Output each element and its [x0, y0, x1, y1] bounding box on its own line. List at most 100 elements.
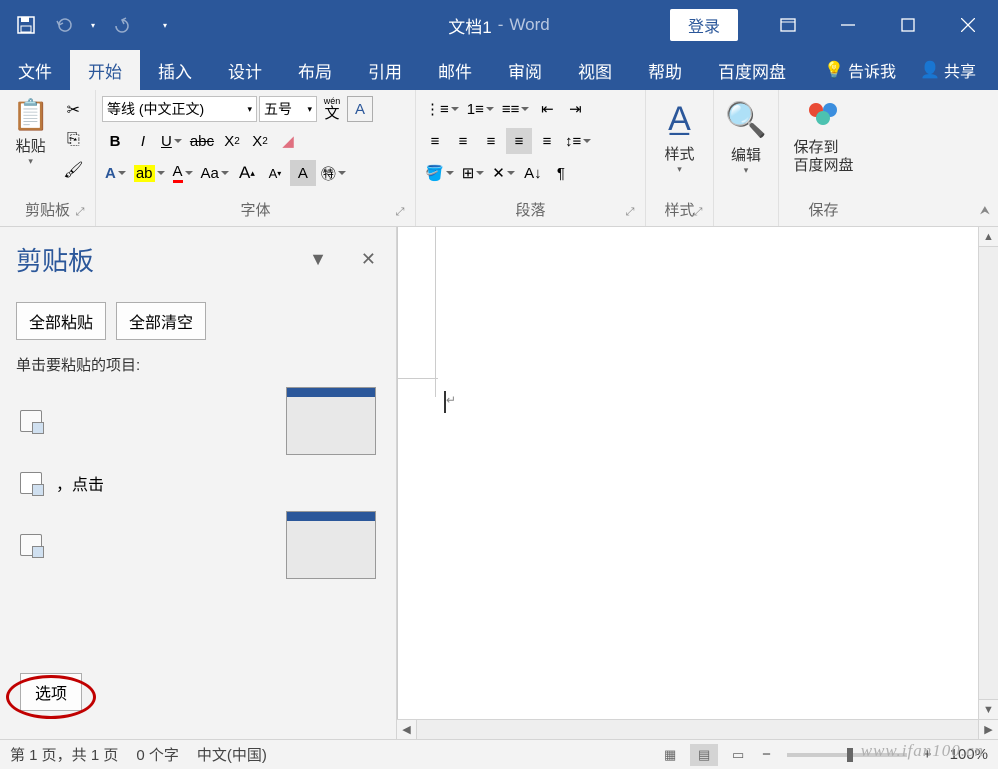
distributed-button[interactable]: ≡: [534, 128, 560, 154]
shrink-font-button[interactable]: A▾: [262, 160, 288, 186]
increase-indent-button[interactable]: ⇥: [562, 96, 588, 122]
options-button[interactable]: 选项: [20, 673, 82, 711]
clear-all-button[interactable]: 全部清空: [116, 302, 206, 340]
decrease-indent-button[interactable]: ⇤: [534, 96, 560, 122]
undo-icon[interactable]: [46, 5, 82, 45]
scroll-left-icon[interactable]: ◀: [397, 720, 417, 739]
asian-layout-button[interactable]: ✕: [489, 160, 518, 186]
sort-button[interactable]: A↓: [520, 160, 546, 186]
align-center-button[interactable]: ≡: [450, 128, 476, 154]
word-count-label[interactable]: 0 个字: [136, 744, 179, 765]
phonetic-guide-button[interactable]: wén文: [319, 96, 345, 122]
tab-review[interactable]: 审阅: [490, 50, 560, 90]
grow-font-button[interactable]: A▴: [234, 160, 260, 186]
clip-item-1[interactable]: [16, 383, 380, 459]
ribbon-display-options-icon[interactable]: [758, 0, 818, 50]
zoom-in-icon[interactable]: +: [919, 746, 936, 763]
tab-home[interactable]: 开始: [70, 50, 140, 90]
font-color-button[interactable]: A: [170, 160, 196, 186]
zoom-out-icon[interactable]: −: [758, 746, 775, 763]
quick-access-toolbar: ▾ ▾: [0, 5, 174, 45]
italic-button[interactable]: I: [130, 128, 156, 154]
align-left-button[interactable]: ≡: [422, 128, 448, 154]
align-right-button[interactable]: ≡: [478, 128, 504, 154]
justify-button[interactable]: ≡: [506, 128, 532, 154]
highlight-button[interactable]: ab: [131, 160, 168, 186]
format-painter-icon[interactable]: 🖌: [61, 158, 85, 182]
save-icon[interactable]: [8, 5, 44, 45]
scroll-up-icon[interactable]: ▲: [979, 227, 998, 247]
clip-image-icon: [20, 534, 42, 556]
subscript-button[interactable]: X2: [219, 128, 245, 154]
bold-button[interactable]: B: [102, 128, 128, 154]
char-border-button[interactable]: A: [347, 96, 373, 122]
font-name-select[interactable]: 等线 (中文正文)▾: [102, 96, 257, 122]
language-label[interactable]: 中文(中国): [197, 744, 267, 765]
group-paragraph: ⋮≡ 1≡ ≡≡ ⇤ ⇥ ≡ ≡ ≡ ≡ ≡ ↕≡ 🪣 ⊞ ✕: [416, 90, 646, 226]
page-count-label[interactable]: 第 1 页，共 1 页: [10, 744, 118, 765]
copy-icon[interactable]: ⎘: [61, 128, 85, 152]
clip-item-3[interactable]: [16, 507, 380, 583]
numbering-button[interactable]: 1≡: [464, 96, 497, 122]
web-layout-icon[interactable]: ▭: [724, 744, 752, 766]
shading-button[interactable]: 🪣: [422, 160, 457, 186]
text-effects-button[interactable]: A: [102, 160, 129, 186]
save-to-baidu-button[interactable]: 保存到百度网盘: [787, 94, 859, 179]
tab-layout[interactable]: 布局: [280, 50, 350, 90]
maximize-icon[interactable]: [878, 0, 938, 50]
tab-view[interactable]: 视图: [560, 50, 630, 90]
tab-references[interactable]: 引用: [350, 50, 420, 90]
line-spacing-button[interactable]: ↕≡: [562, 128, 594, 154]
strikethrough-button[interactable]: abc: [187, 128, 217, 154]
borders-button[interactable]: ⊞: [459, 160, 488, 186]
minimize-icon[interactable]: [818, 0, 878, 50]
tell-me-button[interactable]: 💡 告诉我: [812, 50, 908, 90]
enclose-char-button[interactable]: ㊕: [318, 160, 349, 186]
font-size-select[interactable]: 五号▾: [259, 96, 317, 122]
paragraph-launcher-icon[interactable]: ⤢: [623, 206, 637, 220]
editing-button[interactable]: 🔍 编辑 ▾: [713, 94, 779, 182]
pane-close-icon[interactable]: ✕: [361, 249, 376, 270]
font-launcher-icon[interactable]: ⤢: [393, 206, 407, 220]
tab-help[interactable]: 帮助: [630, 50, 700, 90]
print-layout-icon[interactable]: ▤: [690, 744, 718, 766]
scroll-right-icon[interactable]: ▶: [978, 720, 998, 739]
superscript-button[interactable]: X2: [247, 128, 273, 154]
read-mode-icon[interactable]: ▦: [656, 744, 684, 766]
char-shading-button[interactable]: A: [290, 160, 316, 186]
redo-icon[interactable]: [104, 5, 140, 45]
tab-baidu[interactable]: 百度网盘: [700, 50, 804, 90]
horizontal-scrollbar[interactable]: ◀ ▶: [397, 719, 998, 739]
underline-button[interactable]: U: [158, 128, 185, 154]
tab-design[interactable]: 设计: [210, 50, 280, 90]
zoom-slider[interactable]: [787, 753, 907, 757]
qat-customize-dropdown-icon[interactable]: ▾: [156, 5, 174, 45]
paste-all-button[interactable]: 全部粘贴: [16, 302, 106, 340]
vertical-scrollbar[interactable]: ▲ ▼: [978, 227, 998, 719]
styles-button[interactable]: A̲ 样式 ▾: [652, 94, 706, 181]
pane-dropdown-icon[interactable]: ▼: [309, 249, 327, 270]
clipboard-launcher-icon[interactable]: ⤢: [73, 206, 87, 220]
undo-dropdown-icon[interactable]: ▾: [84, 5, 102, 45]
tab-mailings[interactable]: 邮件: [420, 50, 490, 90]
clip-item-2[interactable]: ，点击: [16, 467, 380, 499]
scroll-down-icon[interactable]: ▼: [979, 699, 998, 719]
paste-button[interactable]: 📋 粘贴 ▾: [6, 94, 55, 171]
multilevel-list-button[interactable]: ≡≡: [499, 96, 533, 122]
document-canvas[interactable]: ↵: [397, 227, 998, 719]
share-button[interactable]: 👤 共享: [908, 50, 988, 90]
clear-format-icon[interactable]: ◢: [275, 128, 301, 154]
styles-launcher-icon[interactable]: ⤢: [691, 206, 705, 220]
tab-file[interactable]: 文件: [0, 50, 70, 90]
tab-insert[interactable]: 插入: [140, 50, 210, 90]
collapse-ribbon-icon[interactable]: ⮝: [980, 203, 990, 218]
close-icon[interactable]: [938, 0, 998, 50]
bullets-button[interactable]: ⋮≡: [422, 96, 462, 122]
change-case-button[interactable]: Aa: [198, 160, 232, 186]
cut-icon[interactable]: ✂: [61, 98, 85, 122]
pane-hint-label: 单击要粘贴的项目:: [16, 354, 380, 375]
login-button[interactable]: 登录: [670, 9, 738, 41]
clip-thumbnail-2: [286, 511, 376, 579]
show-marks-button[interactable]: ¶: [548, 160, 574, 186]
zoom-level-label[interactable]: 100%: [950, 746, 988, 763]
